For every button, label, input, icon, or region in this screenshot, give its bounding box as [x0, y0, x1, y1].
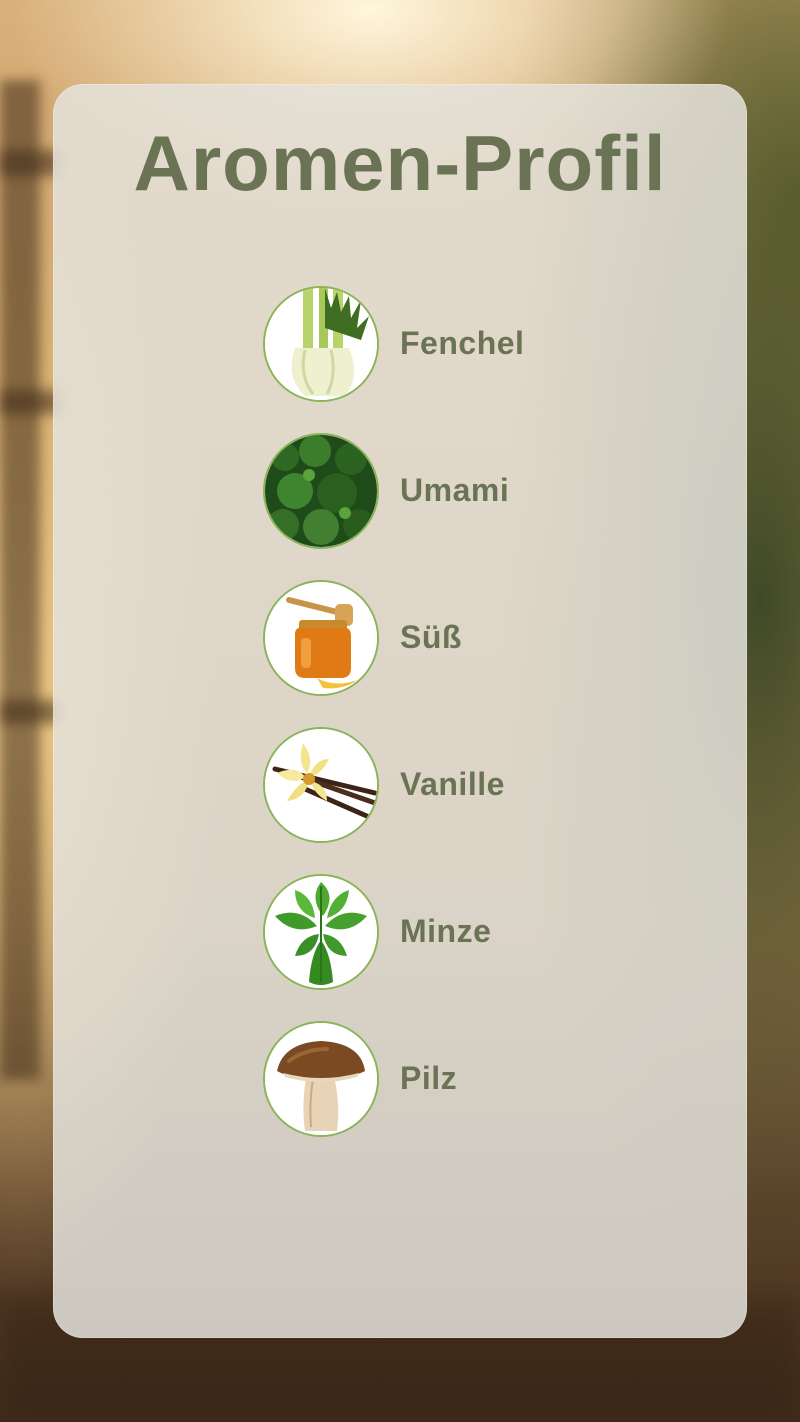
aroma-item-fennel: Fenchel — [263, 285, 663, 402]
fennel-icon — [263, 285, 379, 402]
aroma-item-mint: Minze — [263, 873, 663, 990]
aroma-label: Vanille — [400, 766, 505, 802]
background-window-bar — [0, 390, 60, 414]
green-leaves-icon — [263, 432, 379, 549]
background-window-frame — [0, 80, 40, 1080]
aroma-label: Umami — [400, 472, 510, 508]
aroma-item-vanilla: Vanille — [263, 726, 663, 843]
honey-jar-icon — [263, 579, 379, 696]
page-title: Aromen-Profil — [133, 119, 667, 207]
background-window-bar — [0, 700, 60, 724]
mint-icon — [263, 873, 379, 990]
aroma-label: Minze — [400, 913, 492, 949]
vanilla-icon — [263, 726, 379, 843]
aroma-label: Fenchel — [400, 325, 525, 361]
aroma-item-umami: Umami — [263, 432, 663, 549]
aroma-label: Pilz — [400, 1060, 458, 1096]
aroma-label: Süß — [400, 619, 462, 655]
mushroom-icon — [263, 1020, 379, 1137]
aroma-item-sweet: Süß — [263, 579, 663, 696]
aroma-item-mushroom: Pilz — [263, 1020, 663, 1137]
aroma-list: Fenchel Umami Süß Vanille Minze Pilz — [263, 285, 663, 1167]
